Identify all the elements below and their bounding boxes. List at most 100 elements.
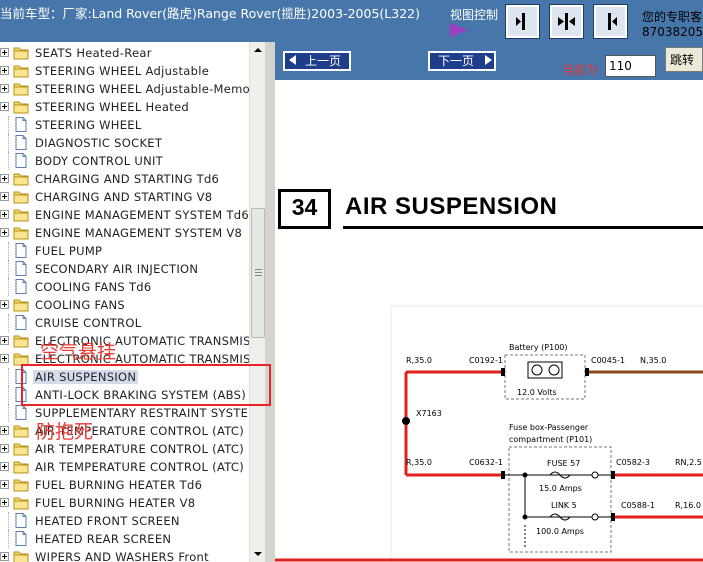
wire-label-r35-bottom: R,35.0 xyxy=(406,458,432,467)
tree-item[interactable]: FUEL PUMP xyxy=(0,242,250,260)
expand-plus-icon[interactable] xyxy=(0,498,9,507)
expand-plus-icon[interactable] xyxy=(0,102,9,111)
connector-c0192 xyxy=(501,368,505,376)
scroll-down-icon[interactable] xyxy=(250,546,266,562)
document-page: 34 AIR SUSPENSION Battery (P100) 12.0 Vo… xyxy=(275,80,703,562)
tree-item[interactable]: DIAGNOSTIC SOCKET xyxy=(0,134,250,152)
splice-label: X7163 xyxy=(416,409,442,418)
tree-item-label: SECONDARY AIR INJECTION xyxy=(35,262,199,276)
tree-item[interactable]: COOLING FANS Td6 xyxy=(0,278,250,296)
page-icon xyxy=(13,243,29,258)
expand-plus-icon[interactable] xyxy=(0,84,9,93)
tree-branch-line xyxy=(8,116,9,134)
tree-item[interactable]: FUEL BURNING HEATER Td6 xyxy=(0,476,250,494)
sidebar-scrollbar[interactable] xyxy=(249,42,265,562)
contact-line-1: 您的专职客 xyxy=(642,10,703,24)
tree-item[interactable]: SEATS Heated-Rear xyxy=(0,44,250,62)
annotation-air-suspension: 空气悬挂 xyxy=(40,341,117,363)
tree-item[interactable]: COOLING FANS xyxy=(0,296,250,314)
collapse-left-button[interactable] xyxy=(593,4,628,39)
folder-icon xyxy=(13,189,29,204)
tree-item-label: STEERING WHEEL Adjustable-Memory xyxy=(35,82,263,96)
expand-plus-icon[interactable] xyxy=(0,354,9,363)
expand-right-button[interactable] xyxy=(505,4,540,39)
tree-branch-line xyxy=(8,260,9,278)
tree-item[interactable]: CHARGING AND STARTING V8 xyxy=(0,188,250,206)
folder-icon xyxy=(13,549,29,562)
link-terminal xyxy=(591,513,599,521)
page-icon xyxy=(13,531,29,546)
tree-item[interactable]: SECONDARY AIR INJECTION xyxy=(0,260,250,278)
scroll-up-icon[interactable] xyxy=(250,42,266,58)
tree-item[interactable]: BODY CONTROL UNIT xyxy=(0,152,250,170)
tree-item[interactable]: STEERING WHEEL Adjustable-Memory xyxy=(0,80,262,98)
tree-item[interactable]: AIR TEMPERATURE CONTROL (ATC) F xyxy=(0,458,255,476)
tree-item-label: CHARGING AND STARTING V8 xyxy=(35,190,213,204)
jump-button[interactable]: 跳转 xyxy=(665,47,703,72)
expand-plus-icon[interactable] xyxy=(0,228,9,237)
tree-item[interactable]: STEERING WHEEL Heated xyxy=(0,98,250,116)
tree-item[interactable]: HEATED REAR SCREEN xyxy=(0,530,250,548)
connector-label-c0192: C0192-1 xyxy=(469,356,503,365)
link5-amps: 100.0 Amps xyxy=(536,527,584,536)
expand-plus-icon[interactable] xyxy=(0,336,9,345)
page-icon xyxy=(13,315,29,330)
tree-item[interactable]: HEATED FRONT SCREEN xyxy=(0,512,250,530)
expand-plus-icon[interactable] xyxy=(0,462,9,471)
expand-plus-icon[interactable] xyxy=(0,300,9,309)
next-page-button[interactable]: 下一页 xyxy=(428,51,496,71)
tree-branch-line xyxy=(8,314,9,332)
arrow-left-icon xyxy=(289,55,296,65)
tree-item[interactable]: FUEL BURNING HEATER V8 xyxy=(0,494,250,512)
expand-plus-icon[interactable] xyxy=(0,444,9,453)
arrow-right-icon xyxy=(485,55,492,65)
split-view-button[interactable] xyxy=(549,4,584,39)
tree-item[interactable]: ENGINE MANAGEMENT SYSTEM Td6 xyxy=(0,206,250,224)
current-page-label: 当前为 xyxy=(562,63,599,77)
scroll-thumb[interactable] xyxy=(251,208,265,338)
split-view-icon xyxy=(558,13,575,30)
contact-line-2: 87038205 xyxy=(642,25,703,39)
folder-icon xyxy=(13,477,29,492)
expand-plus-icon[interactable] xyxy=(0,66,9,75)
expand-plus-icon[interactable] xyxy=(0,48,9,57)
wire-label-r16: R,16.0 xyxy=(675,501,701,510)
page-number-input[interactable] xyxy=(605,55,656,77)
tree-item[interactable]: WIPERS AND WASHERS Front xyxy=(0,548,250,562)
wire-label-r35-top: R,35.0 xyxy=(406,356,432,365)
battery-neg-terminal xyxy=(548,364,560,376)
document-toolbar: 上一页 下一页 当前为 跳转 xyxy=(275,42,703,80)
tree-item[interactable]: STEERING WHEEL Adjustable xyxy=(0,62,250,80)
tree-item[interactable]: ENGINE MANAGEMENT SYSTEM V8 xyxy=(0,224,250,242)
tree-item[interactable]: CRUISE CONTROL xyxy=(0,314,250,332)
pane-splitter[interactable] xyxy=(265,42,275,562)
tree-item-label: COOLING FANS Td6 xyxy=(35,280,152,294)
tree-item-label: AIR TEMPERATURE CONTROL (ATC) I xyxy=(35,442,252,456)
fusebox-label-1: Fuse box-Passenger xyxy=(509,423,589,432)
tree-item[interactable]: STEERING WHEEL xyxy=(0,116,250,134)
expand-plus-icon[interactable] xyxy=(0,552,9,561)
fusebox-label-2: compartment (P101) xyxy=(509,435,592,444)
expand-plus-icon[interactable] xyxy=(0,174,9,183)
expand-plus-icon[interactable] xyxy=(0,480,9,489)
annotation-abs: 防抱死 xyxy=(36,421,94,443)
tree-item[interactable]: CHARGING AND STARTING Td6 xyxy=(0,170,250,188)
expand-plus-icon[interactable] xyxy=(0,192,9,201)
splice-x7163 xyxy=(402,417,410,425)
folder-icon xyxy=(13,423,29,438)
connector-label-c0045: C0045-1 xyxy=(591,356,625,365)
tree-item-label: BODY CONTROL UNIT xyxy=(35,154,163,168)
grip-icon xyxy=(255,269,262,276)
tree-item-label: AIR TEMPERATURE CONTROL (ATC) F xyxy=(35,460,255,474)
tree-item-label: SEATS Heated-Rear xyxy=(35,46,152,60)
wire-label-rn25: RN,2.5 xyxy=(675,458,702,467)
wiring-diagram: Battery (P100) 12.0 Volts R,35.0 C0192-1… xyxy=(275,305,703,562)
tree-item[interactable]: ELECTRONIC AUTOMATIC TRANSMIS xyxy=(0,332,250,350)
expand-plus-icon[interactable] xyxy=(0,210,9,219)
view-control-arrow-icon xyxy=(450,23,468,37)
next-page-label: 下一页 xyxy=(438,54,475,68)
prev-page-button[interactable]: 上一页 xyxy=(283,51,351,71)
expand-plus-icon[interactable] xyxy=(0,426,9,435)
fuse57-amps: 15.0 Amps xyxy=(539,484,582,493)
collapse-left-icon xyxy=(608,13,617,30)
